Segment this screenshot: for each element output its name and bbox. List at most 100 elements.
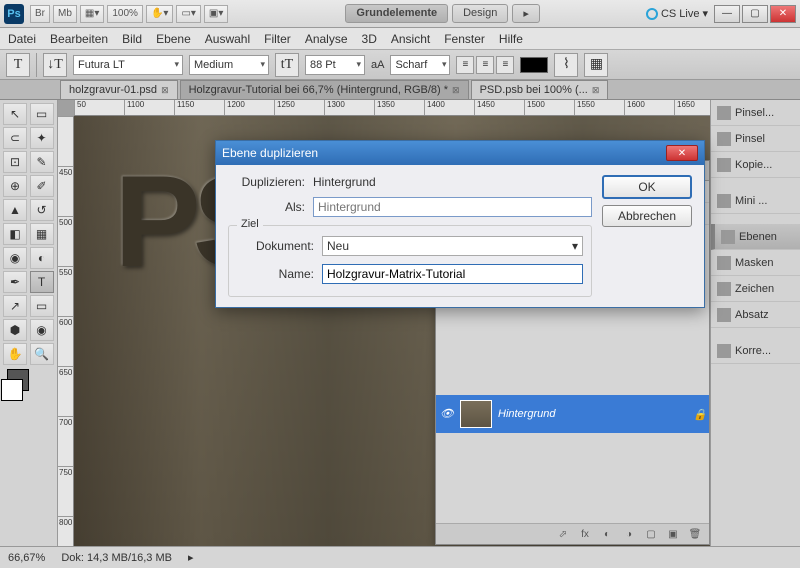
menu-ebene[interactable]: Ebene [156,32,191,46]
dodge-tool[interactable]: ◐ [30,247,54,269]
3d-tool[interactable]: ⬢ [3,319,27,341]
dock-absatz[interactable]: Absatz [711,302,800,328]
crop-tool[interactable]: ⊡ [3,151,27,173]
gradient-tool[interactable]: ▦ [30,223,54,245]
hand-tool[interactable]: ✋ [3,343,27,365]
fx-icon[interactable]: fx [577,527,593,541]
chevron-icon[interactable]: ▸ [188,551,194,564]
ok-button[interactable]: OK [602,175,692,199]
stamp-tool[interactable]: ▲ [3,199,27,221]
adjustment-icon[interactable]: ◑ [621,527,637,541]
dialog-titlebar[interactable]: Ebene duplizieren ✕ [216,141,704,165]
lasso-tool[interactable]: ⊂ [3,127,27,149]
align-left-button[interactable]: ≡ [456,56,474,74]
trash-icon[interactable]: 🗑 [687,527,703,541]
dock-masken[interactable]: Masken [711,250,800,276]
dock-zeichen[interactable]: Zeichen [711,276,800,302]
zoom-tool[interactable]: 🔍 [30,343,54,365]
eraser-tool[interactable]: ◧ [3,223,27,245]
screen-mode-button[interactable]: ▣▾ [204,5,228,23]
brush-tool[interactable]: ✐ [30,175,54,197]
menu-hilfe[interactable]: Hilfe [499,32,523,46]
font-family-select[interactable]: Futura LT [73,55,183,75]
layer-thumbnail[interactable] [460,400,492,428]
zoom-level-button[interactable]: 100% [107,5,143,23]
hand-button[interactable]: ✋▾ [146,5,173,23]
align-center-button[interactable]: ≡ [476,56,494,74]
type-tool[interactable]: T [30,271,54,293]
blur-tool[interactable]: ◉ [3,247,27,269]
arrange-docs-button[interactable]: ▭▾ [176,5,200,23]
doc-tab-3[interactable]: PSD.psb bei 100% (...⊠ [471,80,609,99]
as-input[interactable] [313,197,592,217]
dock-pinsel-preset[interactable]: Pinsel... [711,100,800,126]
menu-bearbeiten[interactable]: Bearbeiten [50,32,108,46]
cancel-button[interactable]: Abbrechen [602,205,692,227]
character-panel-button[interactable]: ▦ [584,53,608,77]
workspace-more[interactable]: ▸ [512,4,540,23]
cs-live[interactable]: CS Live ▾ [646,7,708,20]
close-button[interactable]: ✕ [770,5,796,23]
type-tool-icon[interactable]: T [6,53,30,77]
menu-datei[interactable]: Datei [8,32,36,46]
text-color-swatch[interactable] [520,57,548,73]
menu-fenster[interactable]: Fenster [444,32,485,46]
shape-tool[interactable]: ▭ [30,295,54,317]
font-weight-select[interactable]: Medium [189,55,269,75]
new-layer-icon[interactable]: ▣ [665,527,681,541]
menu-filter[interactable]: Filter [264,32,291,46]
history-brush-tool[interactable]: ↺ [30,199,54,221]
mask-icon[interactable]: ◐ [599,527,615,541]
color-swatches[interactable] [3,367,27,403]
workspace-design[interactable]: Design [452,4,508,23]
view-extras-button[interactable]: ▦▾ [80,5,104,23]
eyedropper-tool[interactable]: ✎ [30,151,54,173]
menu-ansicht[interactable]: Ansicht [391,32,430,46]
close-icon[interactable]: ⊠ [161,85,169,96]
pen-tool[interactable]: ✒ [3,271,27,293]
warp-text-button[interactable]: ⌇ [554,53,578,77]
visibility-icon[interactable]: 👁 [440,407,454,421]
heal-tool[interactable]: ⊕ [3,175,27,197]
vertical-ruler[interactable]: 450500550600650700750800 [58,116,74,546]
minibridge-button[interactable]: Mb [53,5,77,23]
bridge-button[interactable]: Br [30,5,50,23]
wand-tool[interactable]: ✦ [30,127,54,149]
orientation-button[interactable]: ↓T [43,53,67,77]
menu-auswahl[interactable]: Auswahl [205,32,250,46]
zoom-display[interactable]: 66,67% [8,552,45,564]
document-select[interactable]: Neu [322,236,583,256]
horizontal-ruler[interactable]: 5011001150120012501300135014001450150015… [74,100,710,116]
antialias-select[interactable]: Scharf [390,55,450,75]
marquee-tool[interactable]: ▭ [30,103,54,125]
doc-size-display[interactable]: Dok: 14,3 MB/16,3 MB [61,552,172,564]
dialog-close-button[interactable]: ✕ [666,145,698,161]
maximize-button[interactable]: ▢ [742,5,768,23]
layer-item[interactable]: 👁 Hintergrund 🔒 [436,395,709,433]
link-icon[interactable]: ⬀ [555,527,571,541]
dock-mini[interactable]: Mini ... [711,188,800,214]
dock-kopie[interactable]: Kopie... [711,152,800,178]
dock-korre[interactable]: Korre... [711,338,800,364]
doc-tab-2[interactable]: Holzgravur-Tutorial bei 66,7% (Hintergru… [180,80,469,99]
background-color[interactable] [1,379,23,401]
camera-tool[interactable]: ◉ [30,319,54,341]
doc-tab-1[interactable]: holzgravur-01.psd⊠ [60,80,178,99]
brush-icon [717,106,731,120]
dock-ebenen[interactable]: Ebenen [711,224,800,250]
menu-3d[interactable]: 3D [362,32,377,46]
path-select-tool[interactable]: ↗ [3,295,27,317]
menu-analyse[interactable]: Analyse [305,32,348,46]
move-tool[interactable]: ↖ [3,103,27,125]
minimize-button[interactable]: — [714,5,740,23]
font-size-select[interactable]: 88 Pt [305,55,365,75]
close-icon[interactable]: ⊠ [452,85,460,96]
workspace-grundelemente[interactable]: Grundelemente [345,4,448,23]
name-input[interactable] [322,264,583,284]
dock-pinsel[interactable]: Pinsel [711,126,800,152]
align-right-button[interactable]: ≡ [496,56,514,74]
folder-icon[interactable]: ▢ [643,527,659,541]
close-icon[interactable]: ⊠ [592,85,600,96]
cslive-icon [646,8,658,20]
menu-bild[interactable]: Bild [122,32,142,46]
